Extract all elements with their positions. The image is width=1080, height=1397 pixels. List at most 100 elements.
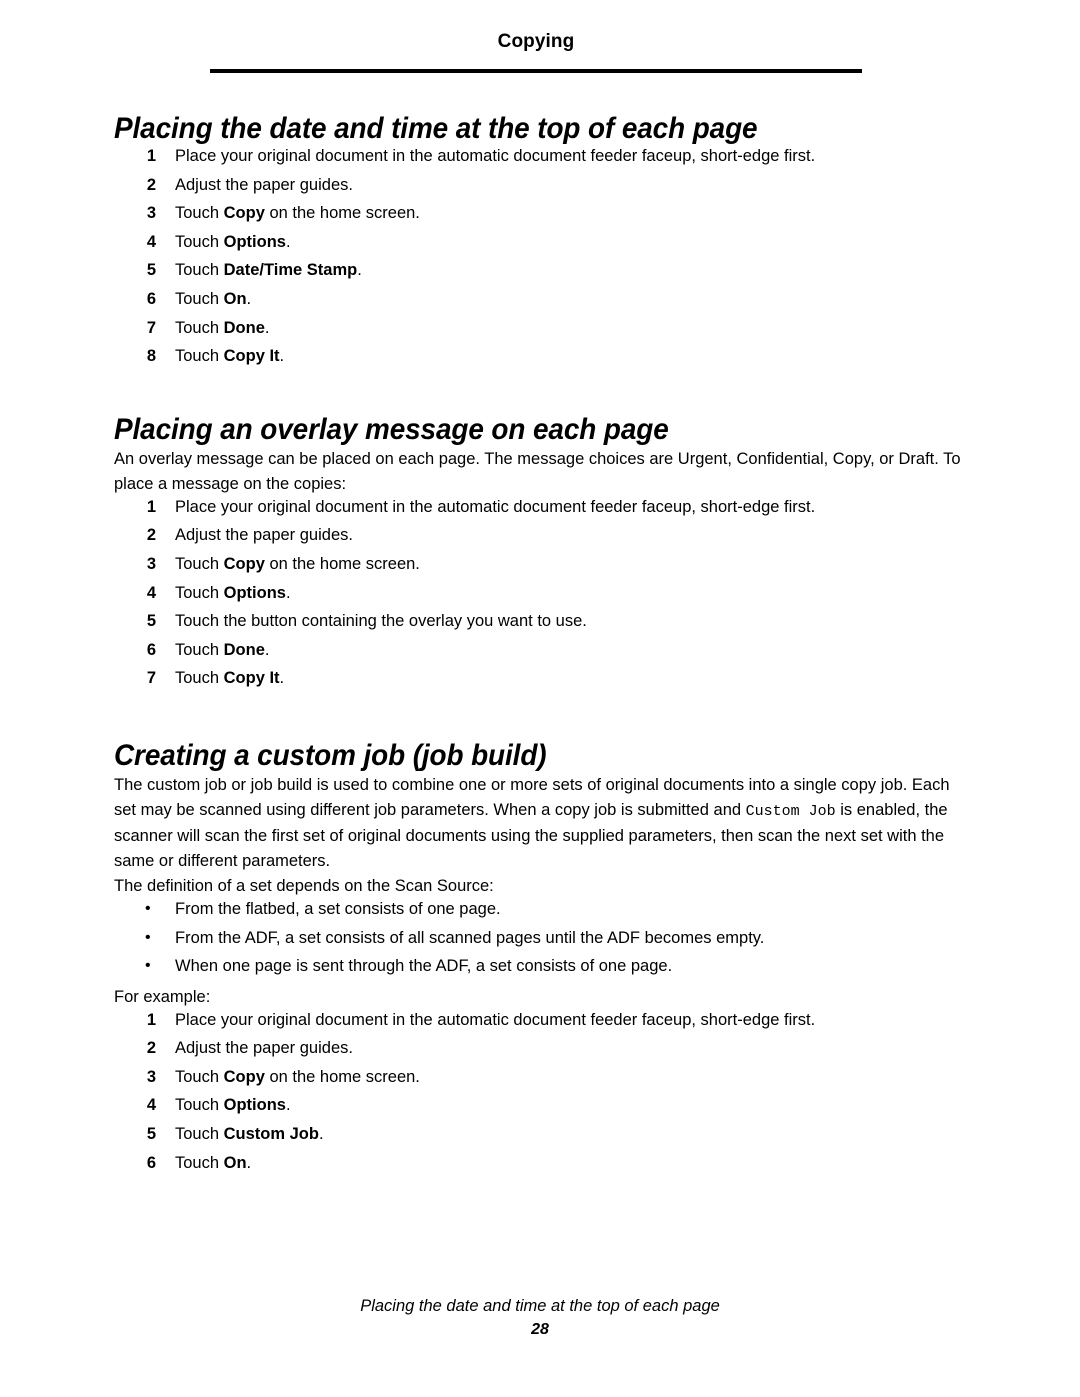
- step-text-pre: Touch: [175, 554, 224, 573]
- step-text-pre: Touch: [175, 204, 224, 223]
- step-text-post: .: [357, 261, 362, 280]
- step-text-post: on the home screen.: [264, 204, 420, 223]
- step-text-pre: Touch: [175, 640, 224, 659]
- step-number: 1: [146, 1010, 156, 1029]
- custom-job-intro-paragraph: The custom job or job build is used to c…: [114, 773, 970, 874]
- step-text-bold: Custom Job: [223, 1125, 319, 1144]
- step-text-pre: Place your original document in the auto…: [175, 147, 816, 165]
- section-1: Placing the date and time at the top of …: [114, 112, 970, 146]
- step-number: 3: [146, 204, 156, 223]
- step-text-bold: On: [223, 1153, 247, 1172]
- step-number: 5: [146, 261, 156, 280]
- page-number: 28: [531, 1321, 549, 1338]
- list-item: 4 Touch Options.: [114, 583, 970, 612]
- step-number: 1: [146, 147, 156, 165]
- list-item: 1 Place your original document in the aut…: [114, 1010, 970, 1039]
- step-number: 5: [146, 612, 156, 631]
- list-item: 3 Touch Copy on the home screen.: [114, 1067, 970, 1096]
- step-number: 4: [146, 1096, 156, 1115]
- step-text-bold: On: [223, 289, 247, 308]
- list-item: 2 Adjust the paper guides.: [114, 175, 970, 204]
- step-text-pre: Touch: [175, 1153, 224, 1172]
- list-item: 2 Adjust the paper guides.: [114, 525, 970, 554]
- bullet-text: From the flatbed, a set consists of one …: [175, 899, 501, 918]
- step-number: 2: [146, 175, 156, 194]
- step-text-pre: Place your original document in the auto…: [175, 1010, 816, 1029]
- step-number: 7: [146, 669, 156, 688]
- custom-job-code-term: Custom Job: [745, 802, 836, 820]
- bullet-dot-icon: •: [145, 899, 151, 917]
- list-item: • From the flatbed, a set consists of one…: [114, 899, 970, 928]
- step-text-post: .: [285, 232, 291, 251]
- list-item: 4 Touch Options.: [114, 232, 970, 261]
- step-text-post: on the home screen.: [264, 554, 420, 573]
- step-number: 2: [146, 526, 156, 545]
- bullet-text: When one page is sent through the ADF, a…: [175, 957, 673, 976]
- bullet-dot-icon: •: [145, 928, 151, 946]
- section-3: Creating a custom job (job build): [114, 739, 970, 773]
- list-item: 7 Touch Done.: [114, 318, 970, 347]
- list-item: 4 Touch Options.: [114, 1095, 970, 1124]
- header-divider-rule: [210, 69, 862, 73]
- step-text-pre: Touch: [175, 232, 224, 251]
- list-item: 1 Place your original document in the aut…: [114, 497, 970, 526]
- step-text-bold: Done: [223, 640, 265, 659]
- step-number: 3: [146, 554, 156, 573]
- list-item: 6 Touch On.: [114, 289, 970, 318]
- step-text-pre: Touch: [175, 289, 224, 308]
- step-text-pre: Place your original document in the auto…: [175, 497, 816, 516]
- step-text-bold: Copy: [223, 554, 265, 573]
- bullet-dot-icon: •: [145, 957, 151, 975]
- step-number: 6: [146, 640, 156, 659]
- section-heading-custom-job: Creating a custom job (job build): [114, 738, 547, 772]
- step-text-post: .: [246, 1153, 252, 1172]
- step-text-pre: Adjust the paper guides.: [175, 1039, 353, 1058]
- step-text-bold: Copy It: [223, 669, 280, 688]
- section-heading-overlay-message: Placing an overlay message on each page: [114, 412, 669, 446]
- step-text-bold: Copy It: [223, 347, 280, 366]
- list-item: 6 Touch On.: [114, 1153, 970, 1182]
- step-number: 3: [146, 1067, 156, 1086]
- step-text-post: .: [318, 1125, 324, 1144]
- step-number: 7: [146, 318, 156, 337]
- steps-list-custom-job: 1 Place your original document in the aut…: [114, 1010, 970, 1182]
- step-number: 4: [146, 232, 156, 251]
- footer-running-title: Placing the date and time at the top of …: [360, 1297, 720, 1315]
- list-item: 6 Touch Done.: [114, 640, 970, 669]
- step-text-bold: Done: [223, 318, 265, 337]
- step-number: 5: [146, 1125, 156, 1144]
- step-text-pre: Touch: [175, 1125, 224, 1144]
- step-text-pre: Touch: [175, 1067, 224, 1086]
- list-item: 7 Touch Copy It.: [114, 668, 970, 697]
- step-text-pre: Touch: [175, 261, 224, 280]
- bullet-text: From the ADF, a set consists of all scan…: [175, 928, 765, 947]
- step-text-pre: Adjust the paper guides.: [175, 175, 353, 194]
- step-number: 4: [146, 583, 156, 602]
- step-number: 1: [146, 497, 156, 516]
- step-text-bold: Copy: [223, 1067, 265, 1086]
- for-example-lead-paragraph: For example:: [114, 987, 211, 1006]
- step-text-post: .: [246, 289, 252, 308]
- scan-source-bullet-list: • From the flatbed, a set consists of one…: [114, 899, 970, 985]
- section-2: Placing an overlay message on each page: [114, 413, 970, 447]
- page-footer: Placing the date and time at the top of …: [0, 1295, 1080, 1341]
- scan-source-lead-paragraph: The definition of a set depends on the S…: [114, 876, 494, 895]
- list-item: • From the ADF, a set consists of all sca…: [114, 928, 970, 957]
- step-text-post: .: [279, 347, 285, 366]
- list-item: 5 Touch the button containing the overlay…: [114, 611, 970, 640]
- step-text-pre: Touch: [175, 347, 224, 366]
- list-item: 1 Place your original document in the aut…: [114, 146, 970, 175]
- overlay-intro-paragraph: An overlay message can be placed on each…: [114, 449, 961, 493]
- section-heading-date-time: Placing the date and time at the top of …: [114, 112, 758, 145]
- step-text-bold: Date/Time Stamp: [223, 261, 358, 280]
- step-text-pre: Adjust the paper guides.: [175, 526, 353, 545]
- step-text-post: .: [264, 318, 270, 337]
- step-number: 8: [146, 347, 156, 366]
- step-text-post: .: [279, 669, 285, 688]
- list-item: 3 Touch Copy on the home screen.: [114, 203, 970, 232]
- step-text-bold: Options: [223, 232, 286, 251]
- step-text-pre: Touch the button containing the overlay …: [175, 612, 587, 631]
- document-page: Copying Placing the date and time at the…: [0, 0, 1080, 1397]
- running-header-title: Copying: [497, 31, 575, 52]
- step-number: 6: [146, 1153, 156, 1172]
